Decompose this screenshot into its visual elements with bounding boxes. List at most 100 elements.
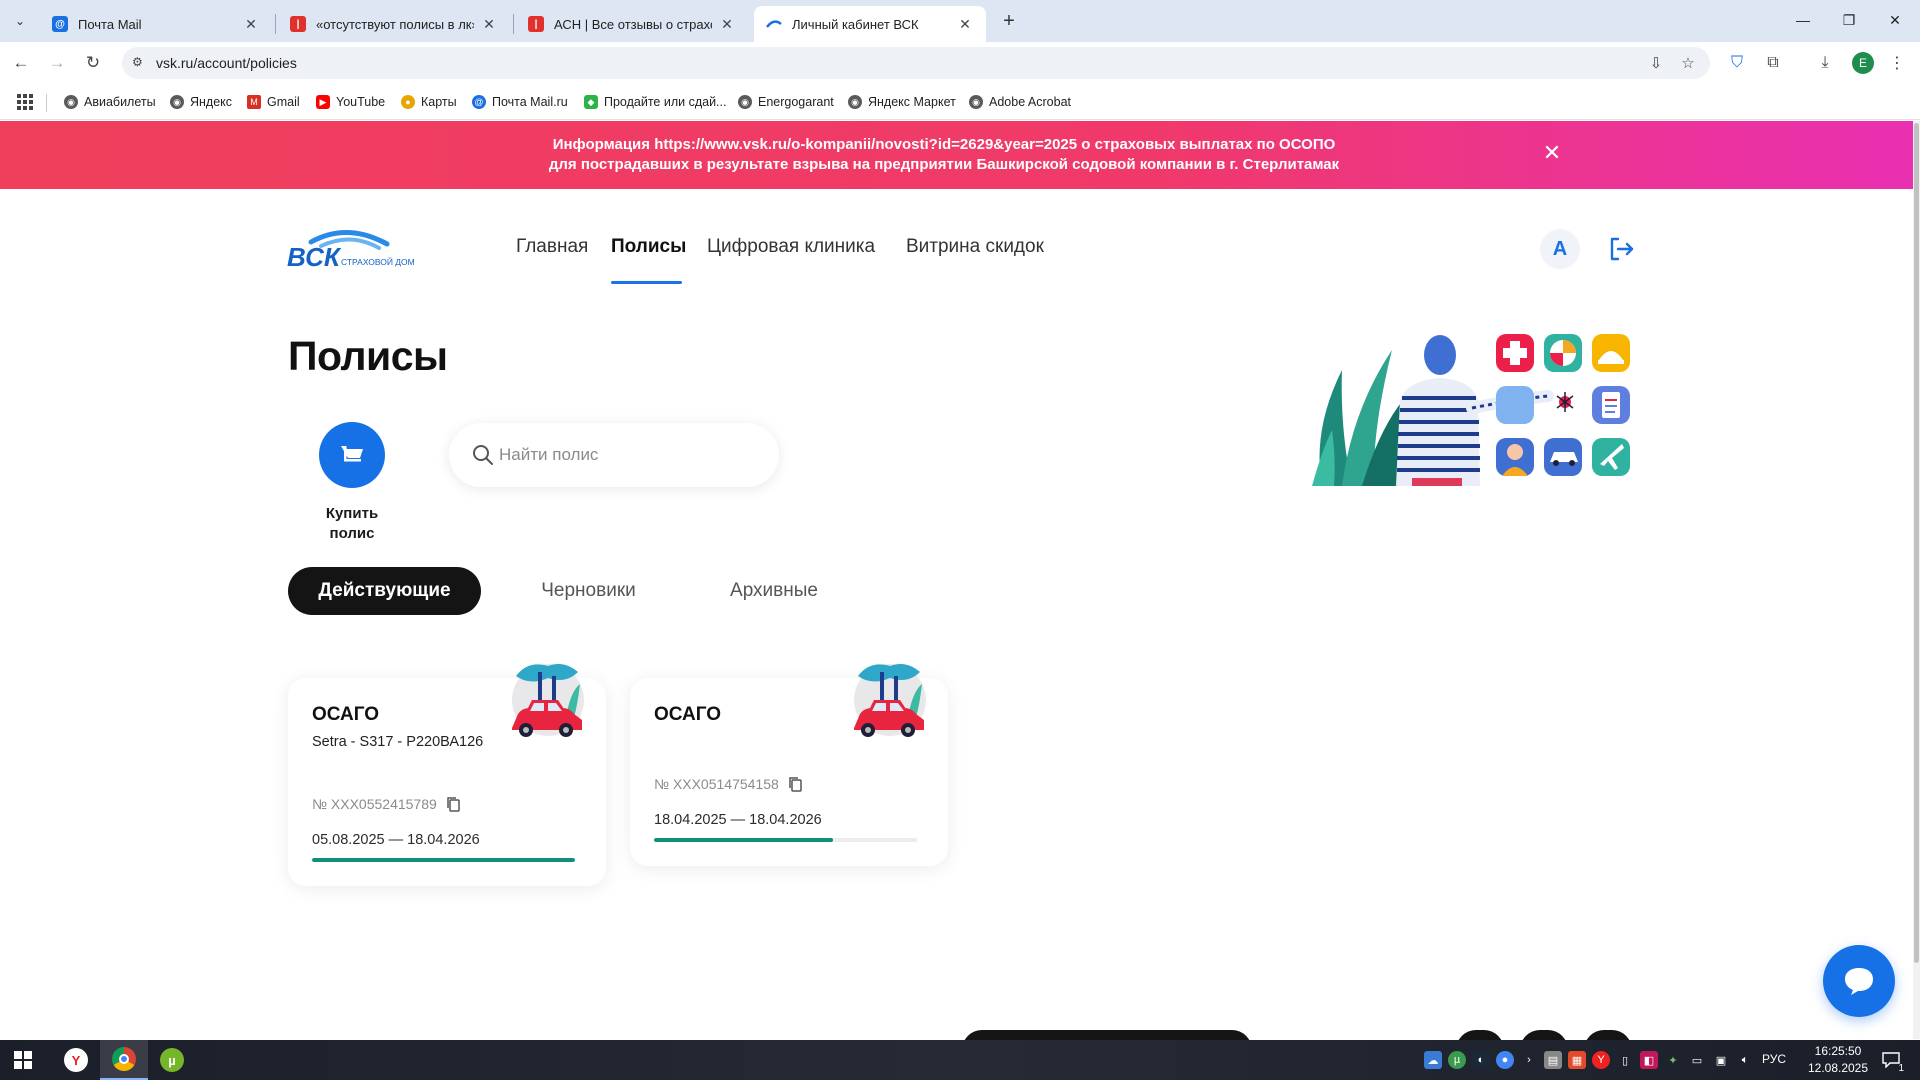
taskbar-utorrent[interactable]: µ (148, 1040, 196, 1080)
downloads-icon[interactable]: ⤓ (1814, 52, 1836, 74)
nav-discounts[interactable]: Витрина скидок (906, 236, 1044, 258)
bookmark-item[interactable]: @ Почта Mail.ru (472, 92, 568, 112)
asn-favicon-icon: | (528, 16, 544, 32)
banner-line-1[interactable]: Информация https://www.vsk.ru/o-kompanii… (0, 135, 1888, 155)
tab-close-icon[interactable]: ✕ (480, 16, 498, 33)
tab-close-icon[interactable]: ✕ (956, 16, 974, 33)
window-minimize-icon[interactable]: — (1780, 0, 1826, 40)
site-settings-icon[interactable]: ⚙ (132, 55, 148, 71)
nav-active-indicator (611, 281, 682, 284)
copy-icon[interactable] (445, 796, 461, 812)
tray-yandex-icon[interactable]: Y (1592, 1051, 1610, 1069)
policy-number: № XXX0552415789 (312, 796, 437, 812)
tab-title: «отсутствуют полисы в лк» - о (316, 16, 474, 32)
new-tab-plus-icon[interactable]: + (996, 8, 1022, 34)
scrollbar-thumb[interactable] (1914, 123, 1919, 963)
address-bar[interactable]: ⚙ vsk.ru/account/policies ⇩ ☆ (122, 47, 1710, 79)
tray-terminal-icon[interactable]: › (1520, 1051, 1538, 1069)
tray-battery-icon[interactable]: ▭ (1688, 1051, 1706, 1069)
bookmark-item[interactable]: ◉ Energogarant (738, 92, 834, 112)
tab-title: АСН | Все отзывы о страховых (554, 16, 712, 32)
windows-start-icon[interactable] (14, 1051, 32, 1069)
bookmark-item[interactable]: ◉ Яндекс Маркет (848, 92, 956, 112)
tab-search-chevron-icon[interactable]: ⌄ (8, 9, 32, 33)
bookmark-item[interactable]: ◆ Продайте или сдай... (584, 92, 726, 112)
tray-steam-icon[interactable]: ◐ (1472, 1051, 1490, 1069)
hero-illustration (1312, 330, 1634, 486)
user-avatar[interactable]: А (1540, 229, 1580, 269)
taskbar-yandex-browser[interactable]: Y (52, 1040, 100, 1080)
cart-icon (341, 446, 363, 462)
tab-archived[interactable]: Архивные (706, 567, 842, 615)
bookmark-item[interactable]: ◉ Авиабилеты (64, 92, 156, 112)
tab-divider (275, 14, 276, 34)
url-text[interactable]: vsk.ru/account/policies (156, 55, 297, 71)
bookmarks-divider (46, 94, 47, 112)
tab-divider (513, 14, 514, 34)
browser-tab-active[interactable]: Личный кабинет ВСК ✕ (754, 6, 986, 42)
vsk-logo[interactable]: ВСК СТРАХОВОЙ ДОМ (287, 226, 421, 272)
profile-avatar[interactable]: E (1852, 52, 1874, 74)
tray-chrome-icon[interactable]: ● (1496, 1051, 1514, 1069)
chat-button[interactable] (1823, 945, 1895, 1017)
install-app-icon[interactable]: ⇩ (1646, 53, 1666, 73)
yandex-browser-icon: Y (64, 1048, 88, 1072)
search-input[interactable] (499, 441, 759, 469)
tray-app-icon[interactable]: ◧ (1640, 1051, 1658, 1069)
tab-close-icon[interactable]: ✕ (242, 16, 260, 33)
bookmark-item[interactable]: ▶ YouTube (316, 92, 385, 112)
policy-card[interactable]: ОСАГО Setra - S317 - Р220ВА126 № XXX0552… (288, 664, 606, 886)
forward-arrow-icon[interactable]: → (44, 50, 70, 76)
logout-icon[interactable] (1606, 234, 1636, 264)
bookmark-label: Почта Mail.ru (492, 95, 568, 109)
windows-taskbar: Y µ ☁ µ ◐ ● › ▤ ▦ Y ▯ ◧ ✦ ▭ ▣ 🔈︎ РУС 16:… (0, 1040, 1920, 1080)
buy-label-line: полис (329, 525, 375, 542)
tab-active-policies[interactable]: Действующие (288, 567, 481, 615)
browser-tab[interactable]: | АСН | Все отзывы о страховых ✕ (516, 6, 748, 42)
taskbar-chrome[interactable] (100, 1040, 148, 1080)
nav-policies[interactable]: Полисы (611, 236, 686, 258)
bookmark-star-icon[interactable]: ☆ (1678, 53, 1698, 73)
logo-subtext: СТРАХОВОЙ ДОМ (341, 256, 415, 267)
page-scrollbar[interactable] (1913, 121, 1920, 1039)
copy-icon[interactable] (787, 776, 803, 792)
tray-utorrent-icon[interactable]: µ (1448, 1051, 1466, 1069)
window-restore-icon[interactable]: ❐ (1826, 0, 1872, 40)
notification-center-icon[interactable]: 1 (1880, 1050, 1904, 1074)
nav-digital-clinic[interactable]: Цифровая клиника (707, 236, 875, 258)
nav-home[interactable]: Главная (516, 236, 588, 258)
tray-app-icon[interactable]: ▤ (1544, 1051, 1562, 1069)
tray-onedrive-icon[interactable]: ☁ (1424, 1051, 1442, 1069)
chat-bubble-icon (1845, 968, 1873, 995)
extensions-puzzle-icon[interactable]: ⧉ (1762, 52, 1784, 74)
back-arrow-icon[interactable]: ← (8, 50, 34, 76)
buy-policy-label[interactable]: Купить полис (302, 504, 402, 544)
browser-tab[interactable]: | «отсутствуют полисы в лк» - о ✕ (278, 6, 510, 42)
bookmark-item[interactable]: ◉ Яндекс (170, 92, 232, 112)
bookmark-item[interactable]: M Gmail (247, 92, 300, 112)
tray-volume-icon[interactable]: 🔈︎ (1736, 1051, 1754, 1069)
policy-card[interactable]: ОСАГО № XXX0514754158 18.04.2025 — 18.04… (630, 664, 948, 866)
browser-tab-bar: ⌄ @ Почта Mail ✕ | «отсутствуют полисы в… (0, 0, 1920, 42)
browser-menu-icon[interactable]: ⋮ (1886, 52, 1908, 74)
input-language[interactable]: РУС (1762, 1052, 1786, 1066)
reload-icon[interactable]: ↻ (80, 50, 106, 76)
tray-app-icon[interactable]: ▦ (1568, 1051, 1586, 1069)
tab-drafts[interactable]: Черновики (520, 567, 657, 615)
tray-bluetooth-icon[interactable]: ✦ (1664, 1051, 1682, 1069)
window-close-icon[interactable]: ✕ (1872, 0, 1918, 40)
youtube-icon: ▶ (316, 95, 330, 109)
apps-grid-icon[interactable] (17, 94, 33, 110)
system-clock[interactable]: 16:25:50 12.08.2025 (1802, 1043, 1874, 1077)
bookmark-label: Adobe Acrobat (989, 95, 1072, 109)
banner-close-icon[interactable]: ✕ (1540, 141, 1564, 165)
tab-close-icon[interactable]: ✕ (718, 16, 736, 33)
buy-policy-button[interactable] (319, 422, 385, 488)
bookmark-item[interactable]: ◉ Adobe Acrobat (969, 92, 1071, 112)
browser-tab[interactable]: @ Почта Mail ✕ (40, 6, 272, 42)
tray-network-icon[interactable]: ▣ (1712, 1051, 1730, 1069)
tray-usb-icon[interactable]: ▯ (1616, 1051, 1634, 1069)
bookmark-item[interactable]: ● Карты (401, 92, 457, 112)
policy-search[interactable] (449, 423, 779, 487)
extension-shield-icon[interactable]: ⛉ (1726, 52, 1748, 74)
